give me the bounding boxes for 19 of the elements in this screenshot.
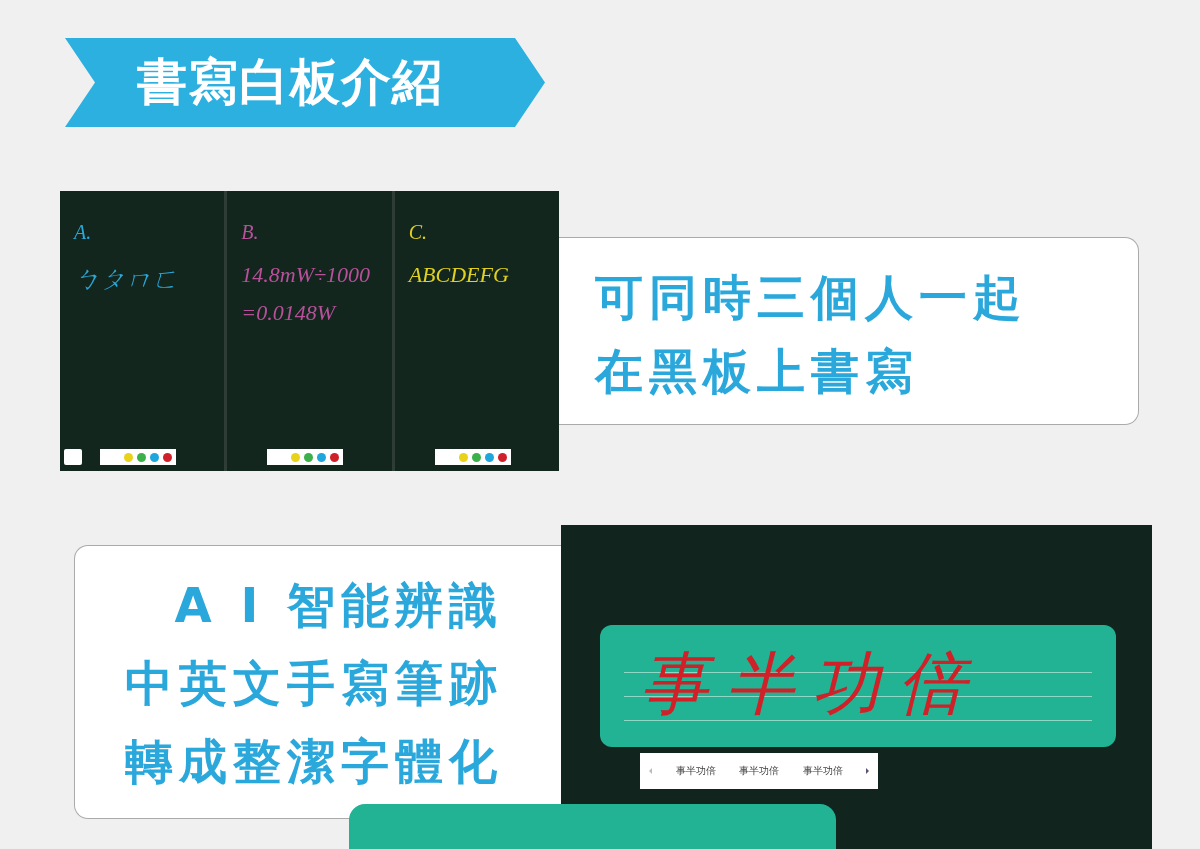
handwritten-label: B. (241, 221, 260, 244)
handwritten-text: 14.8mW÷1000 (241, 262, 372, 288)
handwritten-label: C. (408, 221, 428, 244)
color-palette[interactable] (100, 449, 176, 465)
color-palette[interactable] (267, 449, 344, 465)
caption-text: 中英文手寫筆跡 (124, 654, 503, 713)
suggestion-item[interactable]: 事半功倍 (739, 764, 779, 778)
suggestion-item[interactable]: 事半功倍 (802, 764, 843, 778)
section-title: 書寫白板介紹 (137, 52, 443, 113)
caption-text: 可同時三個人一起 (595, 268, 1028, 327)
color-palette[interactable] (434, 449, 511, 465)
handwritten-text: ABCDEFG (408, 262, 510, 288)
handwritten-text: =0.0148W (241, 300, 338, 326)
caption-text: 在黑板上書寫 (595, 342, 920, 401)
handwritten-label: A. (74, 221, 93, 244)
handwritten-text: ㄅㄆㄇㄈ (74, 264, 179, 296)
caption-text: A I 智能辨識 (173, 576, 503, 635)
caption-text: 轉成整潔字體化 (124, 732, 503, 791)
suggestion-item[interactable]: 事半功倍 (675, 764, 716, 778)
